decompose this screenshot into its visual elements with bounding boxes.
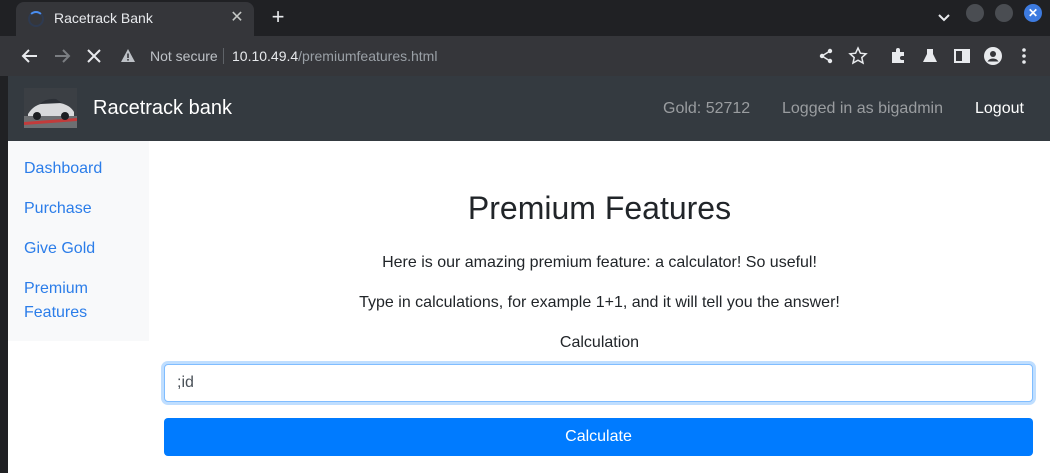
extensions-puzzle-icon[interactable]	[888, 46, 908, 66]
calculation-input[interactable]	[164, 364, 1033, 402]
url-text[interactable]: 10.10.49.4/premiumfeatures.html	[232, 48, 437, 64]
browser-menu-icon[interactable]	[1014, 46, 1034, 66]
sidebar-item-premium-features-line1[interactable]: Premium	[24, 277, 88, 301]
not-secure-label: Not secure	[150, 48, 218, 64]
back-arrow-icon[interactable]	[18, 44, 42, 68]
intro-text: Here is our amazing premium feature: a c…	[382, 254, 817, 271]
window-close-button[interactable]: ✕	[1024, 4, 1042, 22]
sidebar-item-purchase[interactable]: Purchase	[24, 197, 92, 221]
sidebar-item-dashboard[interactable]: Dashboard	[24, 157, 102, 181]
brand-logo-racecar-image[interactable]	[24, 88, 77, 128]
logout-link[interactable]: Logout	[975, 100, 1024, 118]
warning-icon[interactable]	[120, 48, 136, 64]
new-tab-button[interactable]: +	[266, 6, 290, 30]
tab-close-icon[interactable]: ✕	[228, 9, 246, 27]
brand-name[interactable]: Racetrack bank	[93, 97, 232, 120]
window-minimize-button[interactable]	[966, 4, 984, 22]
sidebar-item-premium-features-line2[interactable]: Features	[24, 301, 87, 325]
tab-title: Racetrack Bank	[54, 10, 153, 26]
loading-spinner-icon	[28, 11, 44, 27]
calculation-label: Calculation	[559, 334, 640, 351]
stop-loading-icon[interactable]	[82, 44, 106, 68]
side-panel-icon[interactable]	[952, 46, 972, 66]
forward-arrow-icon[interactable]	[50, 44, 74, 68]
address-bar[interactable]: Not secure 10.10.49.4/premiumfeatures.ht…	[110, 40, 810, 72]
labs-flask-icon[interactable]	[920, 46, 940, 66]
instructions-text: Type in calculations, for example 1+1, a…	[359, 294, 840, 311]
url-path: /premiumfeatures.html	[298, 48, 438, 64]
chevron-down-icon[interactable]	[934, 8, 954, 28]
gold-balance: Gold: 52712	[663, 100, 751, 117]
profile-avatar-icon[interactable]	[983, 46, 1003, 66]
page-title: Premium Features	[467, 190, 732, 226]
url-host: 10.10.49.4	[232, 48, 299, 64]
browser-tab[interactable]: Racetrack Bank ✕	[16, 2, 254, 36]
browser-toolbar: Not secure 10.10.49.4/premiumfeatures.ht…	[0, 36, 1050, 76]
address-separator	[223, 48, 224, 64]
bookmark-star-icon[interactable]	[848, 46, 868, 66]
share-icon[interactable]	[816, 46, 836, 66]
window-maximize-button[interactable]	[995, 4, 1013, 22]
calculate-button[interactable]: Calculate	[164, 418, 1033, 456]
page-content: Racetrack bank Gold: 52712 Logged in as …	[8, 76, 1050, 473]
logged-in-user: Logged in as bigadmin	[782, 100, 944, 117]
sidebar: Dashboard Purchase Give Gold Premium Fea…	[8, 141, 149, 341]
site-navbar: Racetrack bank Gold: 52712 Logged in as …	[8, 76, 1050, 141]
browser-tabstrip: Racetrack Bank ✕ + ✕	[0, 0, 1050, 36]
sidebar-item-give-gold[interactable]: Give Gold	[24, 237, 95, 261]
